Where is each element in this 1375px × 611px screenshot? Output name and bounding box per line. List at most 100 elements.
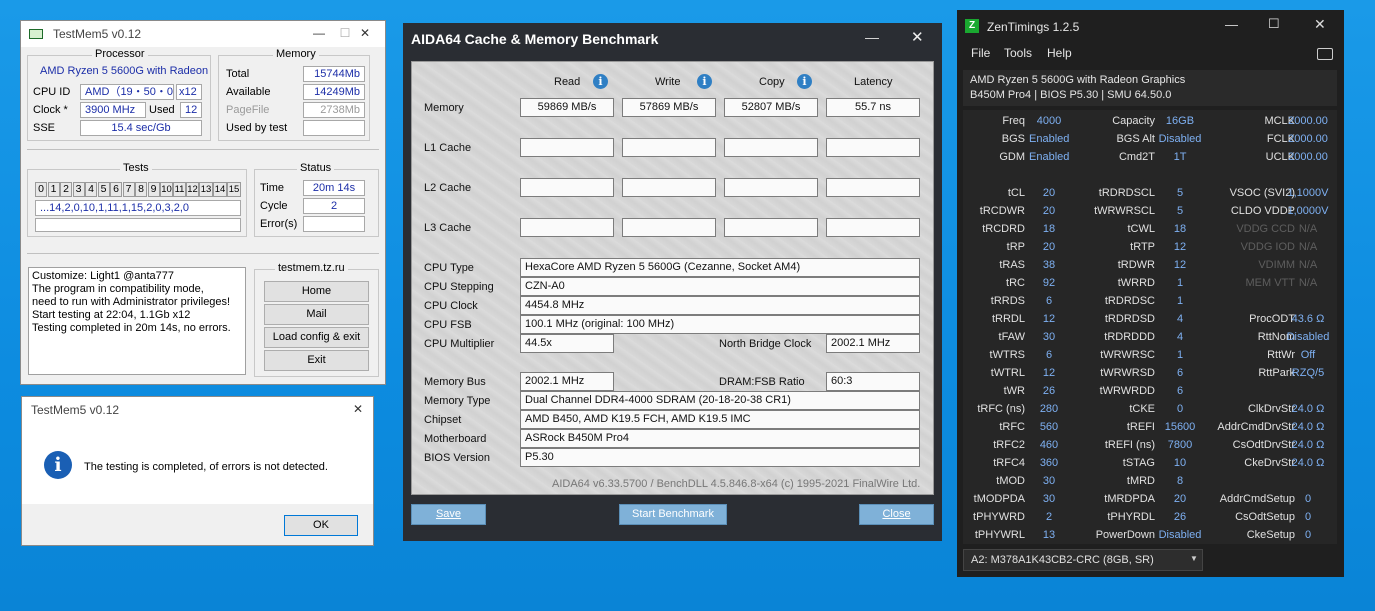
site-group: testmem.tz.ru Home Mail Load config & ex… xyxy=(254,262,379,377)
zen-timing-value: 6 xyxy=(1176,367,1184,379)
zen-timing-label: tPHYRDL xyxy=(1107,511,1155,523)
test-number: 12 xyxy=(186,182,199,197)
info-icon[interactable]: i xyxy=(797,74,812,89)
info-icon[interactable]: i xyxy=(593,74,608,89)
close-icon[interactable]: ✕ xyxy=(911,28,924,46)
camera-icon[interactable] xyxy=(1317,48,1333,60)
maximize-icon[interactable]: ☐ xyxy=(1268,16,1280,32)
zen-timing-value: RZQ/5 xyxy=(1291,367,1325,379)
zen-timing-value: 6 xyxy=(1045,295,1053,307)
zen-timing-label: PowerDown xyxy=(1095,529,1155,541)
test-number: 7 xyxy=(122,182,135,197)
zen-timing-value: 7800 xyxy=(1167,439,1193,451)
zen-row: tRFC4 360 tSTAG 10 CkeDrvStr 24.0 Ω xyxy=(963,457,1337,475)
module-select[interactable]: A2: M378A1K43CB2-CRC (8GB, SR) ▼ xyxy=(963,549,1203,571)
mail-button[interactable]: Mail xyxy=(264,304,369,325)
zen-timing-value: 20 xyxy=(1042,187,1056,199)
maximize-icon[interactable]: ☐ xyxy=(337,26,353,40)
menu-tools[interactable]: Tools xyxy=(1004,46,1032,60)
close-icon[interactable]: ✕ xyxy=(1314,16,1326,33)
zen-timing-label: tWTRL xyxy=(990,367,1025,379)
test-number: 3 xyxy=(72,182,85,197)
nb-clock-label: North Bridge Clock xyxy=(719,338,812,350)
zen-timing-value: 280 xyxy=(1039,403,1059,415)
cycle-field: 2 xyxy=(303,198,365,214)
zen-titlebar[interactable]: Z ZenTimings 1.2.5 — ☐ ✕ xyxy=(957,10,1344,42)
zen-row: tRC 92 tWRRD 1 MEM VTT N/A xyxy=(963,277,1337,295)
test-number: 2 xyxy=(60,182,72,197)
dialog-titlebar[interactable]: TestMem5 v0.12 ✕ xyxy=(22,397,373,423)
zen-row: GDM Enabled Cmd2T 1T UCLK 2000.00 xyxy=(963,151,1337,169)
status-group: Status Time 20m 14s Cycle 2 Error(s) xyxy=(254,162,379,237)
processor-group-title: Processor xyxy=(92,48,148,60)
zen-timing-value: N/A xyxy=(1298,223,1318,235)
load-config-button[interactable]: Load config & exit xyxy=(264,327,369,348)
zen-timing-label: tCWL xyxy=(1127,223,1156,235)
zen-system-info: AMD Ryzen 5 5600G with Radeon Graphics B… xyxy=(963,70,1337,106)
l1-copy xyxy=(724,138,818,157)
l1-latency xyxy=(826,138,920,157)
usedbytest-field xyxy=(303,120,365,136)
zen-timing-label: Cmd2T xyxy=(1118,151,1155,163)
aida64-window: AIDA64 Cache & Memory Benchmark — ✕ Read… xyxy=(403,23,942,541)
zen-timing-value: 20 xyxy=(1042,241,1056,253)
test-number: 14 xyxy=(213,182,227,197)
cpu-fsb-field: 100.1 MHz (original: 100 MHz) xyxy=(520,315,920,334)
zen-timing-value: 12 xyxy=(1042,367,1056,379)
l3-latency xyxy=(826,218,920,237)
cpu-id-field: AMD（19・50・0） xyxy=(80,84,174,100)
zen-timing-value: 24.0 Ω xyxy=(1291,421,1325,433)
errors-label: Error(s) xyxy=(260,218,298,230)
sse-field: 15.4 sec/Gb xyxy=(80,120,202,136)
zen-timing-label: BGS Alt xyxy=(1116,133,1155,145)
zen-row: tRFC2 460 tREFI (ns) 7800 CsOdtDrvStr 24.0 Ω xyxy=(963,439,1337,457)
menu-help[interactable]: Help xyxy=(1047,46,1072,60)
zen-timing-value: 2000.00 xyxy=(1288,133,1328,145)
zen-timing-label: tCKE xyxy=(1129,403,1155,415)
exit-button[interactable]: Exit xyxy=(264,350,369,371)
tests-progress-field xyxy=(35,218,241,232)
save-button[interactable]: Save xyxy=(411,504,486,525)
log-line: Start testing at 22:04, 1.1Gb x12 xyxy=(32,309,191,321)
nb-clock-field: 2002.1 MHz xyxy=(826,334,920,353)
zen-timing-label: tRCDWR xyxy=(979,205,1025,217)
close-icon[interactable]: ✕ xyxy=(357,26,373,40)
zen-timing-value: 560 xyxy=(1039,421,1059,433)
minimize-icon[interactable]: — xyxy=(311,26,327,40)
zen-timing-label: tRFC2 xyxy=(993,439,1025,451)
minimize-icon[interactable]: — xyxy=(1225,17,1238,32)
zen-timing-value: Disabled xyxy=(1158,529,1202,541)
zen-timing-label: tRDRDSC xyxy=(1104,295,1155,307)
minimize-icon[interactable]: — xyxy=(865,29,879,45)
zen-timing-label: tREFI (ns) xyxy=(1104,439,1155,451)
zen-timing-value: 8 xyxy=(1176,475,1184,487)
zen-timing-value: 12 xyxy=(1173,259,1187,271)
zen-row: tRCDRD 18 tCWL 18 VDDG CCD N/A xyxy=(963,223,1337,241)
info-icon[interactable]: i xyxy=(697,74,712,89)
memory-copy: 52807 MB/s xyxy=(724,98,818,117)
menu-file[interactable]: File xyxy=(971,46,990,60)
l3-write xyxy=(622,218,716,237)
zen-timing-label: tMOD xyxy=(996,475,1025,487)
zen-row: tRCDWR 20 tWRWRSCL 5 CLDO VDDP 1,0000V xyxy=(963,205,1337,223)
l1-read xyxy=(520,138,614,157)
log-line: The program in compatibility mode, xyxy=(32,283,204,295)
start-benchmark-button[interactable]: Start Benchmark xyxy=(619,504,727,525)
testmem-titlebar[interactable]: TestMem5 v0.12 — ☐ ✕ xyxy=(21,21,385,47)
zen-timing-label: tWRWRSCL xyxy=(1094,205,1155,217)
bios-field: P5.30 xyxy=(520,448,920,467)
home-button[interactable]: Home xyxy=(264,281,369,302)
zen-timing-value: 26 xyxy=(1042,385,1056,397)
mobo-field: ASRock B450M Pro4 xyxy=(520,429,920,448)
ok-button[interactable]: OK xyxy=(284,515,358,536)
zen-timing-value: 2000.00 xyxy=(1288,151,1328,163)
site-link[interactable]: testmem.tz.ru xyxy=(275,262,348,274)
l3-read xyxy=(520,218,614,237)
close-button[interactable]: Close xyxy=(859,504,934,525)
testmem-window: TestMem5 v0.12 — ☐ ✕ Processor AMD Ryzen… xyxy=(20,20,386,385)
aida-title: AIDA64 Cache & Memory Benchmark xyxy=(411,31,659,47)
test-number: 4 xyxy=(85,182,97,197)
close-icon[interactable]: ✕ xyxy=(350,402,366,416)
zen-row: tPHYWRL 13 PowerDown Disabled CkeSetup 0 xyxy=(963,529,1337,547)
zen-timing-value: 4 xyxy=(1176,331,1184,343)
